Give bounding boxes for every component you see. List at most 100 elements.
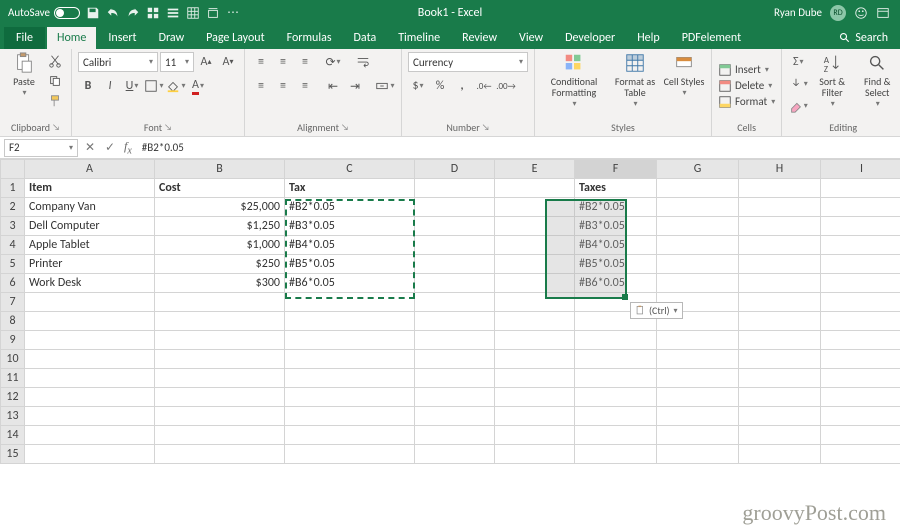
- cell[interactable]: [657, 255, 739, 274]
- qat-icon-1[interactable]: [146, 6, 160, 20]
- col-header[interactable]: A: [25, 160, 155, 179]
- cell[interactable]: [821, 426, 900, 445]
- align-bottom-icon[interactable]: ≡: [295, 52, 315, 72]
- decrease-decimal-icon[interactable]: .00→: [496, 76, 516, 96]
- user-name[interactable]: Ryan Dube: [774, 6, 822, 19]
- cell[interactable]: [739, 331, 821, 350]
- autosum-icon[interactable]: Σ▾: [788, 52, 808, 72]
- cell[interactable]: Item: [25, 179, 155, 198]
- cell[interactable]: #B2*0.05: [285, 198, 415, 217]
- cell[interactable]: [495, 369, 575, 388]
- cell[interactable]: [495, 331, 575, 350]
- cell[interactable]: [25, 293, 155, 312]
- align-left-icon[interactable]: ≡: [251, 76, 271, 96]
- cell[interactable]: [657, 388, 739, 407]
- cell[interactable]: [739, 236, 821, 255]
- cell[interactable]: #B2*0.05: [575, 198, 657, 217]
- cell[interactable]: [739, 179, 821, 198]
- cell[interactable]: [657, 179, 739, 198]
- border-icon[interactable]: ▾: [144, 76, 164, 96]
- align-center-icon[interactable]: ≡: [273, 76, 293, 96]
- row-header[interactable]: 5: [1, 255, 25, 274]
- align-middle-icon[interactable]: ≡: [273, 52, 293, 72]
- cell[interactable]: #B4*0.05: [575, 236, 657, 255]
- cell[interactable]: [821, 445, 900, 464]
- cell[interactable]: #B5*0.05: [575, 255, 657, 274]
- cell[interactable]: [25, 350, 155, 369]
- launcher-icon[interactable]: ↘: [52, 122, 60, 133]
- cell[interactable]: [739, 426, 821, 445]
- underline-button[interactable]: U▾: [122, 76, 142, 96]
- cell[interactable]: [155, 312, 285, 331]
- cell[interactable]: [657, 236, 739, 255]
- cell[interactable]: [25, 445, 155, 464]
- cell[interactable]: [495, 217, 575, 236]
- cell[interactable]: Apple Tablet: [25, 236, 155, 255]
- conditional-formatting-button[interactable]: Conditional Formatting▾: [541, 52, 607, 109]
- format-as-table-button[interactable]: Format as Table▾: [610, 52, 660, 109]
- tab-pdfelement[interactable]: PDFelement: [672, 27, 751, 49]
- decrease-indent-icon[interactable]: ⇤: [323, 76, 343, 96]
- cell[interactable]: [495, 445, 575, 464]
- cell[interactable]: $300: [155, 274, 285, 293]
- cell[interactable]: [575, 331, 657, 350]
- cell[interactable]: [495, 293, 575, 312]
- orientation-icon[interactable]: ⟳▾: [323, 52, 343, 72]
- cell[interactable]: [285, 445, 415, 464]
- delete-cells-button[interactable]: Delete ▾: [718, 79, 772, 93]
- user-avatar[interactable]: RD: [830, 5, 846, 21]
- cell[interactable]: [415, 293, 495, 312]
- paste-button[interactable]: Paste▾: [6, 52, 42, 98]
- cell[interactable]: [415, 198, 495, 217]
- cell[interactable]: [657, 198, 739, 217]
- tab-developer[interactable]: Developer: [555, 27, 625, 49]
- row-header[interactable]: 4: [1, 236, 25, 255]
- cell[interactable]: [285, 426, 415, 445]
- bold-button[interactable]: B: [78, 76, 98, 96]
- cell[interactable]: [575, 426, 657, 445]
- font-name-combo[interactable]: Calibri▾: [78, 52, 158, 72]
- cell[interactable]: [657, 217, 739, 236]
- tab-data[interactable]: Data: [344, 27, 387, 49]
- cell[interactable]: #B3*0.05: [575, 217, 657, 236]
- window-icon[interactable]: [876, 6, 890, 20]
- tab-page-layout[interactable]: Page Layout: [196, 27, 274, 49]
- row-header[interactable]: 11: [1, 369, 25, 388]
- tab-home[interactable]: Home: [47, 27, 96, 49]
- cell[interactable]: [739, 350, 821, 369]
- cell[interactable]: #B6*0.05: [575, 274, 657, 293]
- row-header[interactable]: 3: [1, 217, 25, 236]
- font-color-icon[interactable]: A▾: [188, 76, 208, 96]
- cell[interactable]: [739, 312, 821, 331]
- col-header[interactable]: C: [285, 160, 415, 179]
- row-header[interactable]: 6: [1, 274, 25, 293]
- cell[interactable]: [415, 312, 495, 331]
- row-header[interactable]: 14: [1, 426, 25, 445]
- col-header[interactable]: I: [821, 160, 900, 179]
- fill-color-icon[interactable]: ▾: [166, 76, 186, 96]
- cell[interactable]: [821, 369, 900, 388]
- cell[interactable]: [25, 312, 155, 331]
- cell[interactable]: [575, 369, 657, 388]
- cell[interactable]: [739, 293, 821, 312]
- increase-decimal-icon[interactable]: .0←: [474, 76, 494, 96]
- select-all-corner[interactable]: [1, 160, 25, 179]
- cell[interactable]: Dell Computer: [25, 217, 155, 236]
- cancel-formula-icon[interactable]: ✕: [80, 138, 100, 158]
- tab-review[interactable]: Review: [452, 27, 507, 49]
- cell[interactable]: [285, 293, 415, 312]
- align-top-icon[interactable]: ≡: [251, 52, 271, 72]
- undo-icon[interactable]: [106, 6, 120, 20]
- cell[interactable]: [495, 236, 575, 255]
- cell[interactable]: [657, 407, 739, 426]
- tab-draw[interactable]: Draw: [149, 27, 195, 49]
- cell[interactable]: [821, 312, 900, 331]
- cell[interactable]: [575, 445, 657, 464]
- cell[interactable]: [415, 369, 495, 388]
- percent-format-icon[interactable]: %: [430, 76, 450, 96]
- tab-timeline[interactable]: Timeline: [388, 27, 450, 49]
- tab-formulas[interactable]: Formulas: [277, 27, 342, 49]
- italic-button[interactable]: I: [100, 76, 120, 96]
- cell[interactable]: [415, 426, 495, 445]
- cell[interactable]: Cost: [155, 179, 285, 198]
